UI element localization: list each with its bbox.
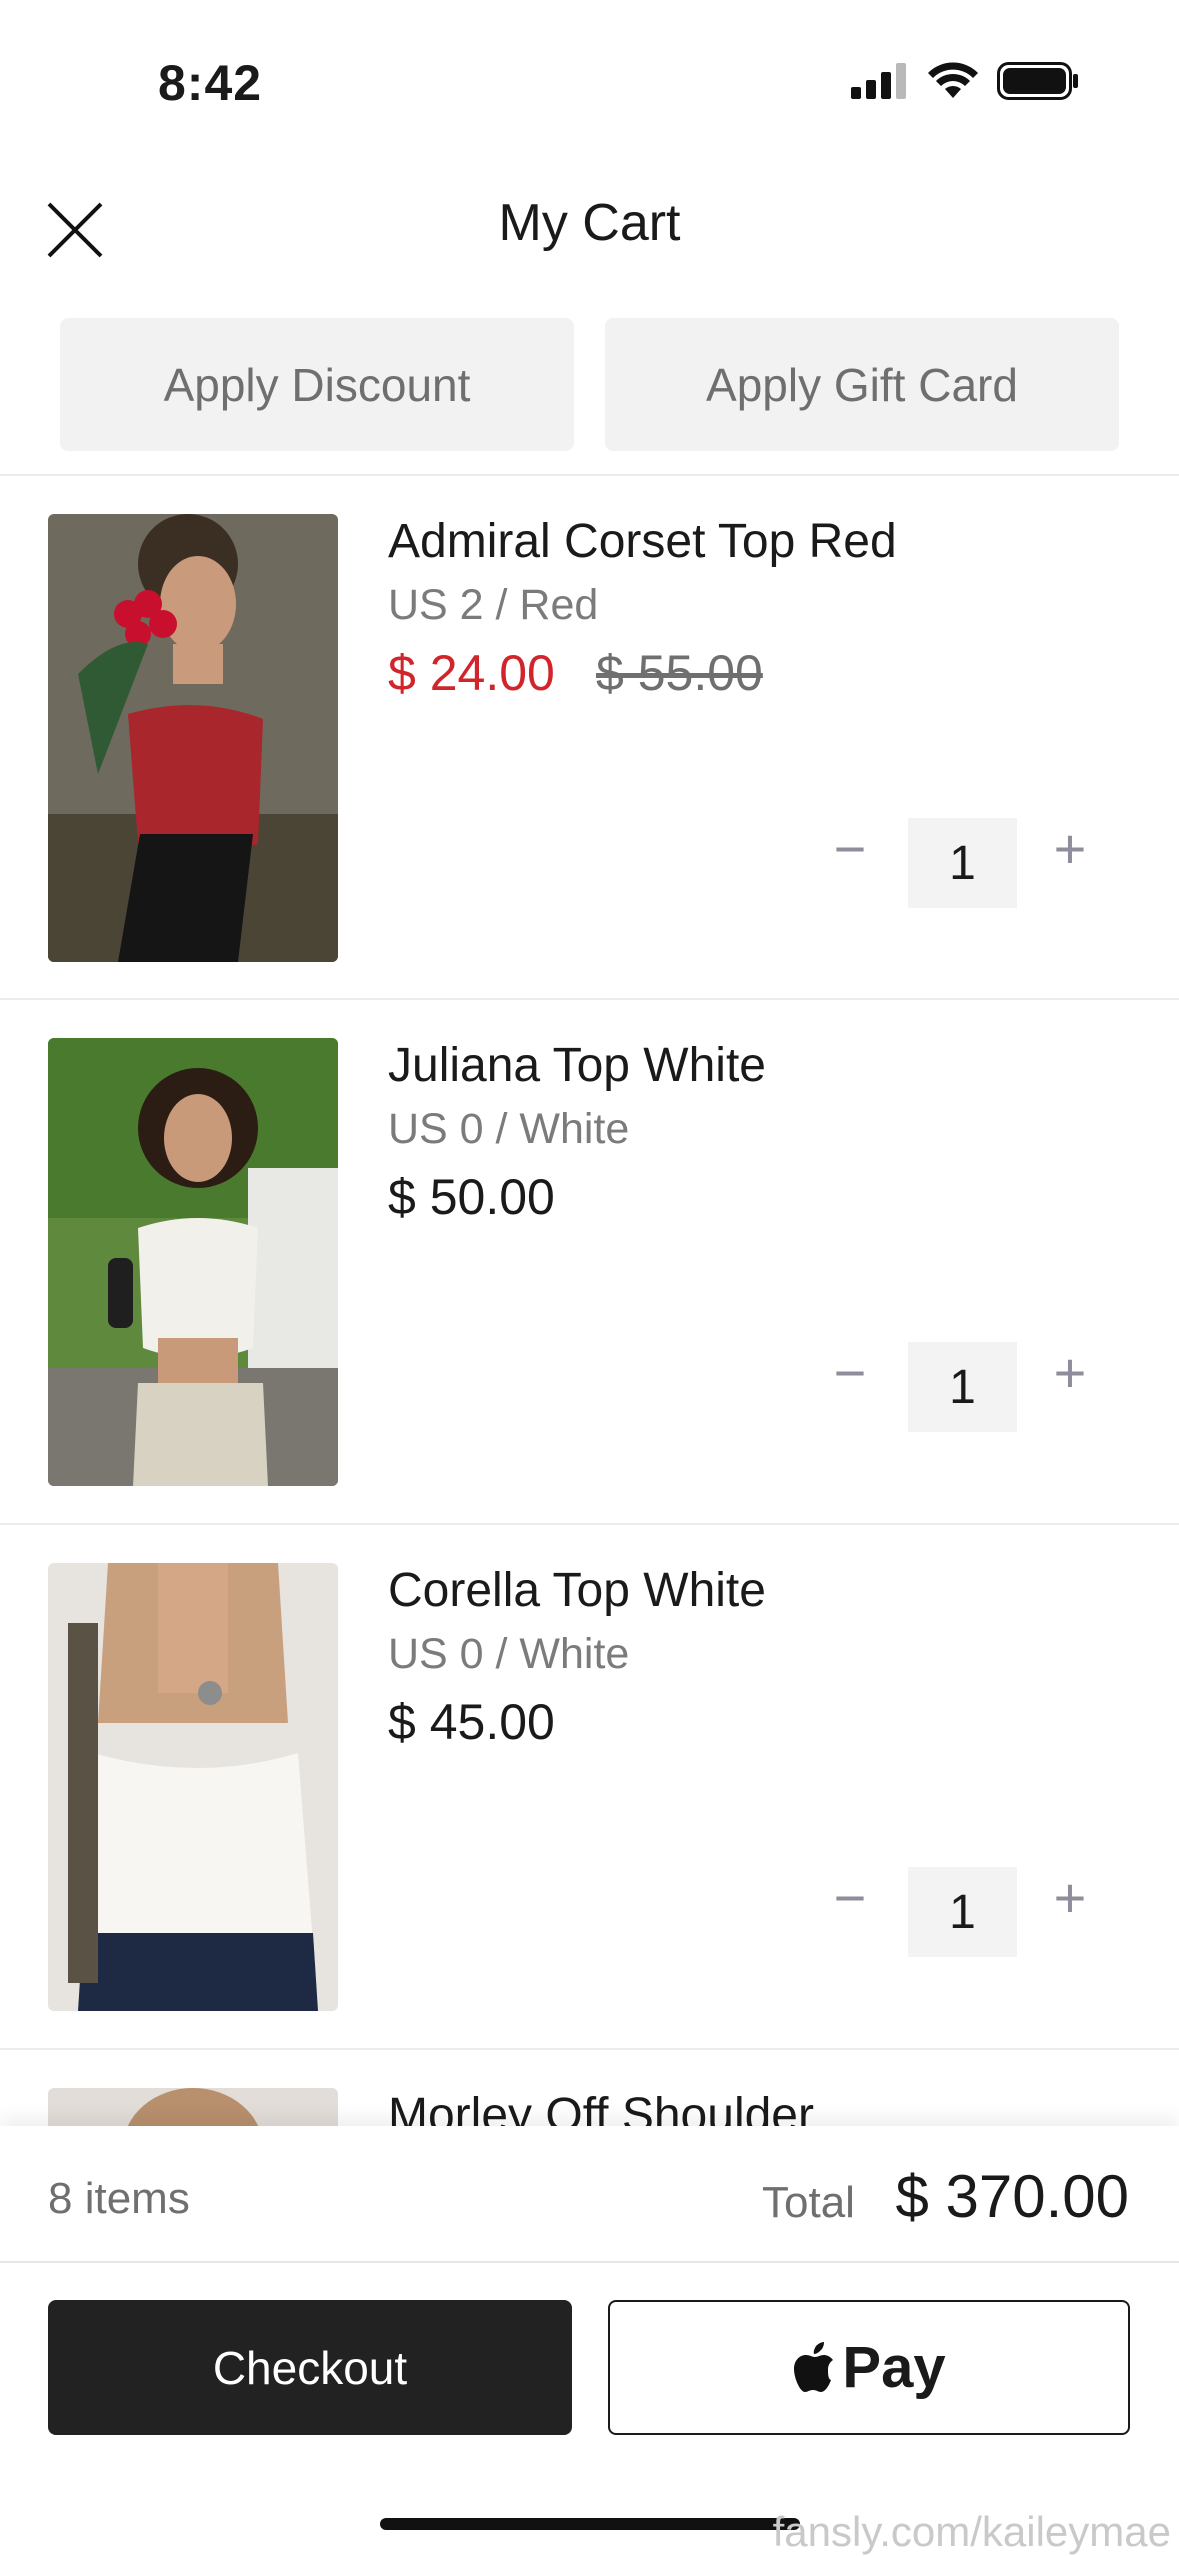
status-time: 8:42	[158, 55, 263, 111]
product-price: $ 50.00	[388, 1169, 555, 1225]
product-variant: US 0 / White	[388, 1105, 630, 1153]
cellular-signal-icon	[851, 63, 906, 99]
cart-item: Morley Off Shoulder	[0, 2050, 1179, 2126]
product-image[interactable]	[48, 1038, 338, 1486]
watermark: fansly.com/kaileymae	[772, 2508, 1171, 2555]
apply-discount-button[interactable]: Apply Discount	[60, 318, 574, 451]
apple-pay-label: Pay	[842, 2335, 946, 2400]
total-value: $ 370.00	[895, 2163, 1129, 2230]
product-image[interactable]	[48, 514, 338, 962]
status-icons	[851, 62, 1079, 100]
page-title: My Cart	[498, 194, 681, 252]
product-name[interactable]: Corella Top White	[388, 1563, 766, 1618]
cart-item: Corella Top White US 0 / White $ 45.00 −…	[0, 1525, 1179, 2050]
increase-quantity-button[interactable]: +	[1045, 1866, 1095, 1929]
product-image[interactable]	[48, 1563, 338, 2011]
product-variant: US 0 / White	[388, 1630, 630, 1678]
sale-price: $ 24.00	[388, 645, 555, 701]
status-bar: 8:42	[0, 0, 1179, 150]
apple-logo-icon	[794, 2341, 834, 2392]
total-label: Total	[762, 2178, 855, 2227]
product-name[interactable]: Morley Off Shoulder	[388, 2088, 814, 2126]
product-price: $ 45.00	[388, 1694, 555, 1750]
product-name[interactable]: Juliana Top White	[388, 1038, 766, 1093]
battery-icon	[997, 62, 1078, 100]
items-count: 8 items	[48, 2174, 190, 2223]
checkout-button[interactable]: Checkout	[48, 2300, 572, 2435]
quantity-field[interactable]: 1	[908, 1342, 1017, 1432]
cart-item: Admiral Corset Top Red US 2 / Red $ 24.0…	[0, 476, 1179, 1001]
product-image[interactable]	[48, 2088, 338, 2126]
increase-quantity-button[interactable]: +	[1045, 1341, 1095, 1404]
decrease-quantity-button[interactable]: −	[825, 1866, 875, 1929]
decrease-quantity-button[interactable]: −	[825, 817, 875, 880]
apply-gift-card-button[interactable]: Apply Gift Card	[605, 318, 1119, 451]
cart-item: Juliana Top White US 0 / White $ 50.00 −…	[0, 1000, 1179, 1525]
decrease-quantity-button[interactable]: −	[825, 1341, 875, 1404]
apple-pay-button[interactable]: Pay	[608, 2300, 1130, 2435]
compare-price: $ 55.00	[596, 645, 763, 701]
quantity-field[interactable]: 1	[908, 1867, 1017, 1957]
cart-actions: Apply Discount Apply Gift Card	[0, 318, 1179, 451]
product-name[interactable]: Admiral Corset Top Red	[388, 514, 897, 569]
header: My Cart	[0, 165, 1179, 295]
increase-quantity-button[interactable]: +	[1045, 817, 1095, 880]
home-indicator[interactable]	[380, 2518, 800, 2530]
product-variant: US 2 / Red	[388, 581, 599, 629]
quantity-field[interactable]: 1	[908, 818, 1017, 908]
cart-summary: 8 items Total $ 370.00	[0, 2126, 1179, 2263]
wifi-icon	[928, 62, 978, 98]
